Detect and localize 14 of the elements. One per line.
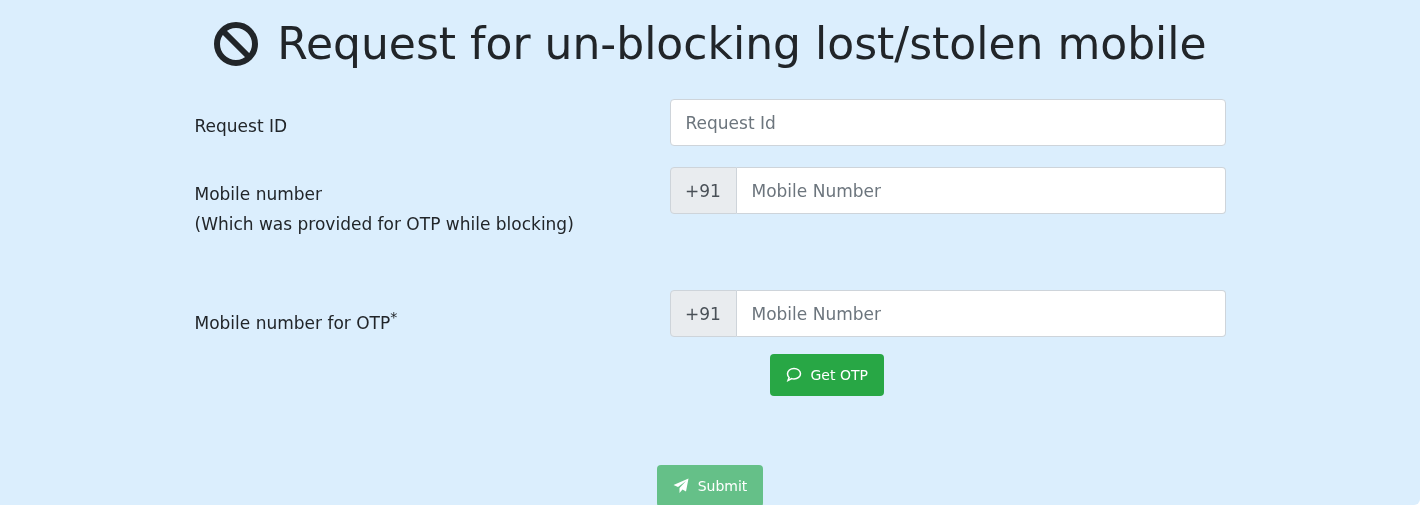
input-field[interactable]: Mobile Number: [736, 290, 1226, 337]
field-label: Mobile number: [194, 183, 324, 206]
paper-plane-icon: [672, 477, 689, 494]
country-code: +91: [669, 167, 737, 214]
chat-icon: [785, 367, 802, 383]
input-field[interactable]: Request Id: [669, 99, 1226, 146]
blocked-icon: [213, 20, 260, 67]
field-label: Request ID: [194, 115, 289, 138]
field-note: (Which was provided for OTP while blocking): [194, 213, 575, 236]
page-title: Request for un-blocking lost/stolen mobile: [277, 18, 1207, 69]
country-code: +91: [669, 290, 737, 337]
get-otp-button[interactable]: Get OTP: [769, 353, 884, 396]
input-field[interactable]: Mobile Number: [736, 167, 1226, 214]
field-label: Mobile number for OTP$^{*}$: [194, 308, 399, 335]
